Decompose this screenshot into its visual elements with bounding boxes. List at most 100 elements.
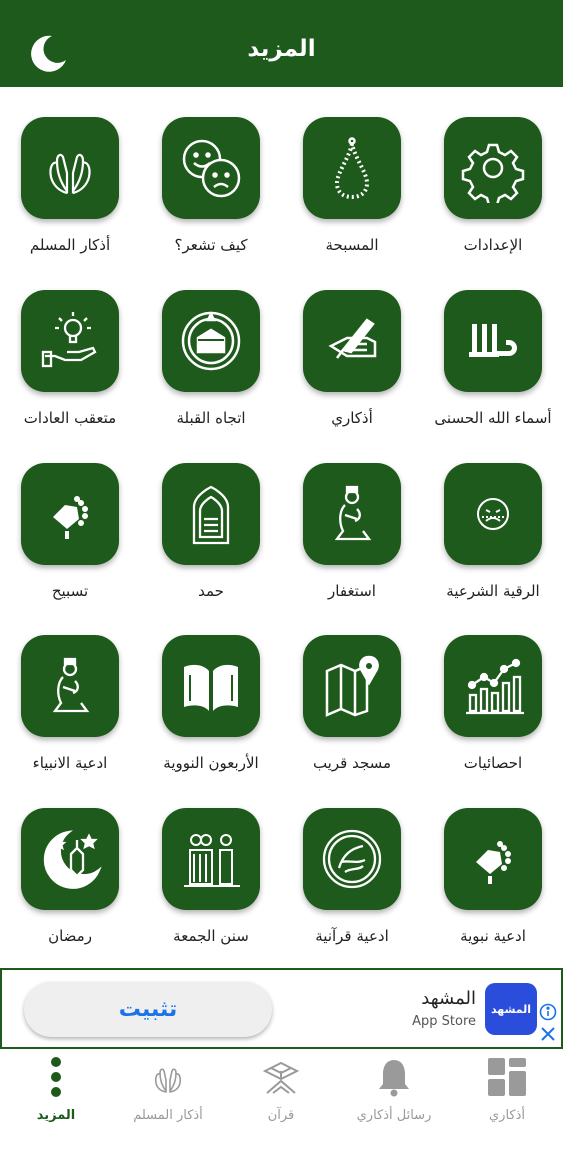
quranic-duas-tile[interactable] bbox=[303, 808, 401, 910]
grid-item-label: أسماء الله الحسنى bbox=[434, 409, 552, 427]
grid-item-label: احصائيات bbox=[463, 754, 523, 772]
close-icon[interactable] bbox=[539, 1025, 557, 1043]
praying-man-icon bbox=[52, 657, 90, 713]
grid-item-label: ادعية قرآنية bbox=[315, 927, 389, 945]
my-adhkar-tile[interactable] bbox=[303, 290, 401, 392]
prayer-beads-icon bbox=[334, 137, 370, 200]
grid-item-label: مسجد قريب bbox=[312, 754, 392, 772]
tasbih-tile[interactable] bbox=[303, 117, 401, 219]
mihrab-icon bbox=[192, 485, 230, 545]
ad-banner[interactable]: تثبيت المشهد App Store المشهد bbox=[0, 968, 563, 1049]
grid-item-names-of-allah[interactable]: أسماء الله الحسنى bbox=[423, 290, 563, 462]
grid-item-qibla[interactable]: اتجاه القبلة bbox=[141, 290, 281, 462]
bell-icon bbox=[379, 1060, 409, 1097]
forty-nawawi-tile[interactable] bbox=[162, 635, 260, 737]
gear-icon bbox=[461, 143, 525, 203]
group-prayer-icon bbox=[184, 834, 240, 887]
ruqyah-tile[interactable] bbox=[444, 463, 542, 565]
mood-faces-icon bbox=[182, 139, 241, 198]
grid-item-label: حمد bbox=[198, 582, 224, 600]
grid-item-label: استغفار bbox=[328, 582, 376, 600]
grid-item-habit-tracker[interactable]: متعقب العادات bbox=[0, 290, 140, 462]
quran-stand-icon bbox=[262, 1061, 300, 1094]
grid-item-label: تسبيح bbox=[51, 582, 89, 600]
grid-item-friday-sunnah[interactable]: سنن الجمعة bbox=[141, 808, 281, 980]
page-title: المزيد bbox=[247, 36, 316, 62]
grid-item-nearby-mosque[interactable]: مسجد قريب bbox=[282, 635, 422, 807]
statistics-tile[interactable] bbox=[444, 635, 542, 737]
friday-sunnah-tile[interactable] bbox=[162, 808, 260, 910]
grid-item-label: المسبحة bbox=[325, 236, 379, 254]
qibla-tile[interactable] bbox=[162, 290, 260, 392]
praying-man-icon bbox=[334, 485, 372, 541]
grid-item-statistics[interactable]: احصائيات bbox=[423, 635, 563, 807]
grid-item-label: الإعدادات bbox=[463, 236, 523, 254]
sick-face-icon bbox=[477, 498, 509, 530]
grid-item-label: سنن الجمعة bbox=[173, 927, 249, 945]
habit-tracker-tile[interactable] bbox=[21, 290, 119, 392]
allah-calligraphy-icon bbox=[469, 324, 517, 357]
ad-app-logo[interactable]: المشهد bbox=[485, 983, 537, 1035]
install-button[interactable]: تثبيت bbox=[24, 982, 272, 1037]
grid-item-label: ادعية الانبياء bbox=[32, 754, 108, 772]
hamd-tile[interactable] bbox=[162, 463, 260, 565]
settings-tile[interactable] bbox=[444, 117, 542, 219]
grid-item-label: رمضان bbox=[48, 927, 92, 945]
grid-item-ruqyah[interactable]: الرقية الشرعية bbox=[423, 463, 563, 635]
grid-item-label: ادعية نبوية bbox=[460, 927, 526, 945]
grid-item-prophets-duas[interactable]: ادعية الانبياء bbox=[0, 635, 140, 807]
prophets-duas-tile[interactable] bbox=[21, 635, 119, 737]
names-of-allah-tile[interactable] bbox=[444, 290, 542, 392]
tab-my-adhkar[interactable]: أذكاري bbox=[451, 1055, 563, 1135]
dashboard-icon bbox=[488, 1058, 526, 1096]
tab-label: رسائل أذكاري bbox=[356, 1108, 432, 1123]
tab-muslim-adhkar[interactable]: أذكار المسلم bbox=[112, 1055, 224, 1135]
ramadan-tile[interactable] bbox=[21, 808, 119, 910]
grid-item-label: متعقب العادات bbox=[23, 409, 117, 427]
mood-tile[interactable] bbox=[162, 117, 260, 219]
hand-beads-icon bbox=[53, 496, 88, 539]
ramadan-lantern-icon bbox=[43, 830, 102, 889]
praying-hands-icon bbox=[49, 153, 91, 195]
grid-item-istighfar[interactable]: استغفار bbox=[282, 463, 422, 635]
grid-item-quranic-duas[interactable]: ادعية قرآنية bbox=[282, 808, 422, 980]
istighfar-tile[interactable] bbox=[303, 463, 401, 565]
grid-item-label: أذكار المسلم bbox=[29, 236, 111, 254]
nearby-mosque-tile[interactable] bbox=[303, 635, 401, 737]
idea-hand-icon bbox=[41, 312, 97, 368]
tab-quran[interactable]: قرآن bbox=[225, 1055, 337, 1135]
grid-item-label: اتجاه القبلة bbox=[176, 409, 246, 427]
grid-item-muslim-adhkar[interactable]: أذكار المسلم bbox=[0, 117, 140, 289]
tasbeeh-tile[interactable] bbox=[21, 463, 119, 565]
grid-item-label: كيف تشعر؟ bbox=[174, 236, 248, 254]
bottom-tab-bar: أذكاري رسائل أذكاري قرآن أذكار المسلم ال… bbox=[0, 1049, 563, 1153]
hand-beads-icon bbox=[476, 841, 511, 884]
tab-adhkar-messages[interactable]: رسائل أذكاري bbox=[338, 1055, 450, 1135]
grid-item-label: الأربعون النووية bbox=[163, 754, 259, 772]
kaaba-compass-icon bbox=[181, 311, 241, 371]
ad-store-name: App Store bbox=[412, 1014, 476, 1029]
bar-chart-icon bbox=[466, 658, 524, 715]
quran-calligraphy-icon bbox=[322, 829, 382, 889]
grid-item-hamd[interactable]: حمد bbox=[141, 463, 281, 635]
grid-item-tasbeeh[interactable]: تسبيح bbox=[0, 463, 140, 635]
tab-label: قرآن bbox=[267, 1108, 295, 1123]
info-icon[interactable] bbox=[539, 1003, 557, 1021]
muslim-adhkar-tile[interactable] bbox=[21, 117, 119, 219]
more-dots-icon bbox=[51, 1057, 61, 1097]
grid-item-tasbih[interactable]: المسبحة bbox=[282, 117, 422, 289]
writing-hand-icon bbox=[328, 318, 377, 359]
tab-more[interactable]: المزيد bbox=[0, 1055, 112, 1135]
grid-item-forty-nawawi[interactable]: الأربعون النووية bbox=[141, 635, 281, 807]
grid-item-ramadan[interactable]: رمضان bbox=[0, 808, 140, 980]
prophetic-duas-tile[interactable] bbox=[444, 808, 542, 910]
grid-item-settings[interactable]: الإعدادات bbox=[423, 117, 563, 289]
grid-item-mood[interactable]: كيف تشعر؟ bbox=[141, 117, 281, 289]
grid-item-prophetic-duas[interactable]: ادعية نبوية bbox=[423, 808, 563, 980]
grid-item-my-adhkar[interactable]: أذكاري bbox=[282, 290, 422, 462]
map-pin-icon bbox=[325, 655, 379, 717]
app-header: المزيد bbox=[0, 0, 563, 87]
grid-item-label: الرقية الشرعية bbox=[446, 582, 540, 600]
praying-hands-icon bbox=[154, 1068, 182, 1094]
tab-label: المزيد bbox=[36, 1108, 76, 1123]
